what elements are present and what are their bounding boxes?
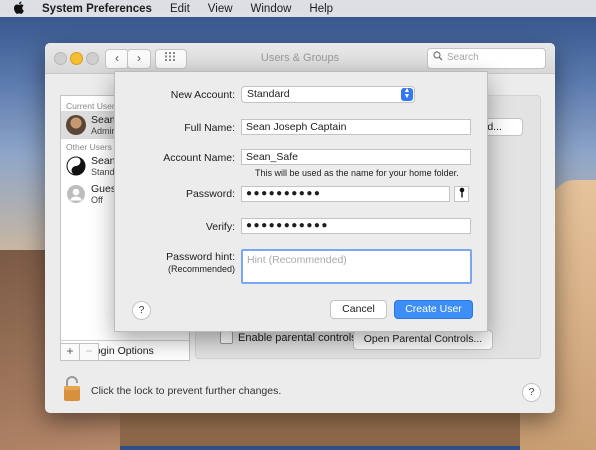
add-user-button[interactable]: +: [60, 343, 80, 361]
other-users-header: Other Users: [66, 142, 112, 152]
menu-edit[interactable]: Edit: [170, 3, 190, 15]
menu-help[interactable]: Help: [309, 3, 333, 15]
title-bar: ‹ › Users & Groups Search: [45, 43, 555, 74]
parental-controls-label: Enable parental controls: [238, 331, 357, 344]
password-assistant-key-button[interactable]: [454, 186, 469, 202]
search-placeholder: Search: [447, 52, 479, 63]
account-type-value: Standard: [247, 88, 290, 100]
yin-yang-avatar: [66, 156, 86, 176]
menu-window[interactable]: Window: [251, 3, 292, 15]
remove-user-button[interactable]: −: [79, 343, 99, 361]
help-button[interactable]: ?: [522, 383, 541, 402]
open-parental-controls-button[interactable]: Open Parental Controls...: [353, 330, 493, 350]
parental-controls-checkbox[interactable]: [220, 331, 233, 344]
new-account-label: New Account:: [170, 89, 235, 101]
apple-icon[interactable]: [13, 1, 28, 17]
user-role: Off: [91, 195, 103, 205]
user-role: Admin: [91, 126, 117, 136]
full-name-field[interactable]: Sean Joseph Captain: [241, 119, 471, 135]
account-type-popup[interactable]: Standard ▲ ▼: [241, 86, 415, 103]
menu-view[interactable]: View: [208, 3, 233, 15]
add-remove-bar: + −: [60, 343, 190, 361]
magnifier-icon: [433, 51, 443, 64]
password-label: Password:: [185, 188, 235, 200]
menu-app-name[interactable]: System Preferences: [42, 3, 152, 15]
user-name: Sean: [91, 155, 116, 167]
password-hint-sublabel: (Recommended): [167, 264, 235, 274]
current-user-header: Current User: [66, 101, 115, 111]
search-field[interactable]: Search: [427, 48, 546, 69]
password-hint-label: Password hint:: [166, 251, 235, 263]
lock-status-text: Click the lock to prevent further change…: [91, 385, 282, 397]
guest-avatar-icon: [66, 184, 86, 204]
verify-label: Verify:: [205, 221, 235, 233]
password-field[interactable]: ●●●●●●●●●●: [241, 186, 450, 202]
verify-field[interactable]: ●●●●●●●●●●●: [241, 218, 471, 234]
password-hint-field[interactable]: Hint (Recommended): [241, 249, 472, 284]
parental-controls-row: Enable parental controls: [220, 331, 357, 344]
lock-icon[interactable]: [63, 376, 81, 402]
user-name: Sean: [91, 114, 116, 126]
hint-placeholder: Hint (Recommended): [247, 254, 347, 266]
sheet-help-button[interactable]: ?: [132, 301, 151, 320]
create-user-button[interactable]: Create User: [394, 300, 473, 319]
new-account-sheet: New Account: Standard ▲ ▼ Full Name: Sean…: [114, 71, 488, 332]
key-icon: [459, 187, 464, 198]
account-name-note: This will be used as the name for your h…: [255, 168, 459, 178]
full-name-label: Full Name:: [184, 122, 235, 134]
avatar: [66, 115, 86, 135]
popup-arrows-icon: ▲ ▼: [401, 87, 413, 101]
cancel-button[interactable]: Cancel: [330, 300, 387, 319]
account-name-field[interactable]: Sean_Safe: [241, 149, 471, 165]
menu-bar: System Preferences Edit View Window Help: [0, 0, 596, 17]
account-name-label: Account Name:: [163, 152, 235, 164]
